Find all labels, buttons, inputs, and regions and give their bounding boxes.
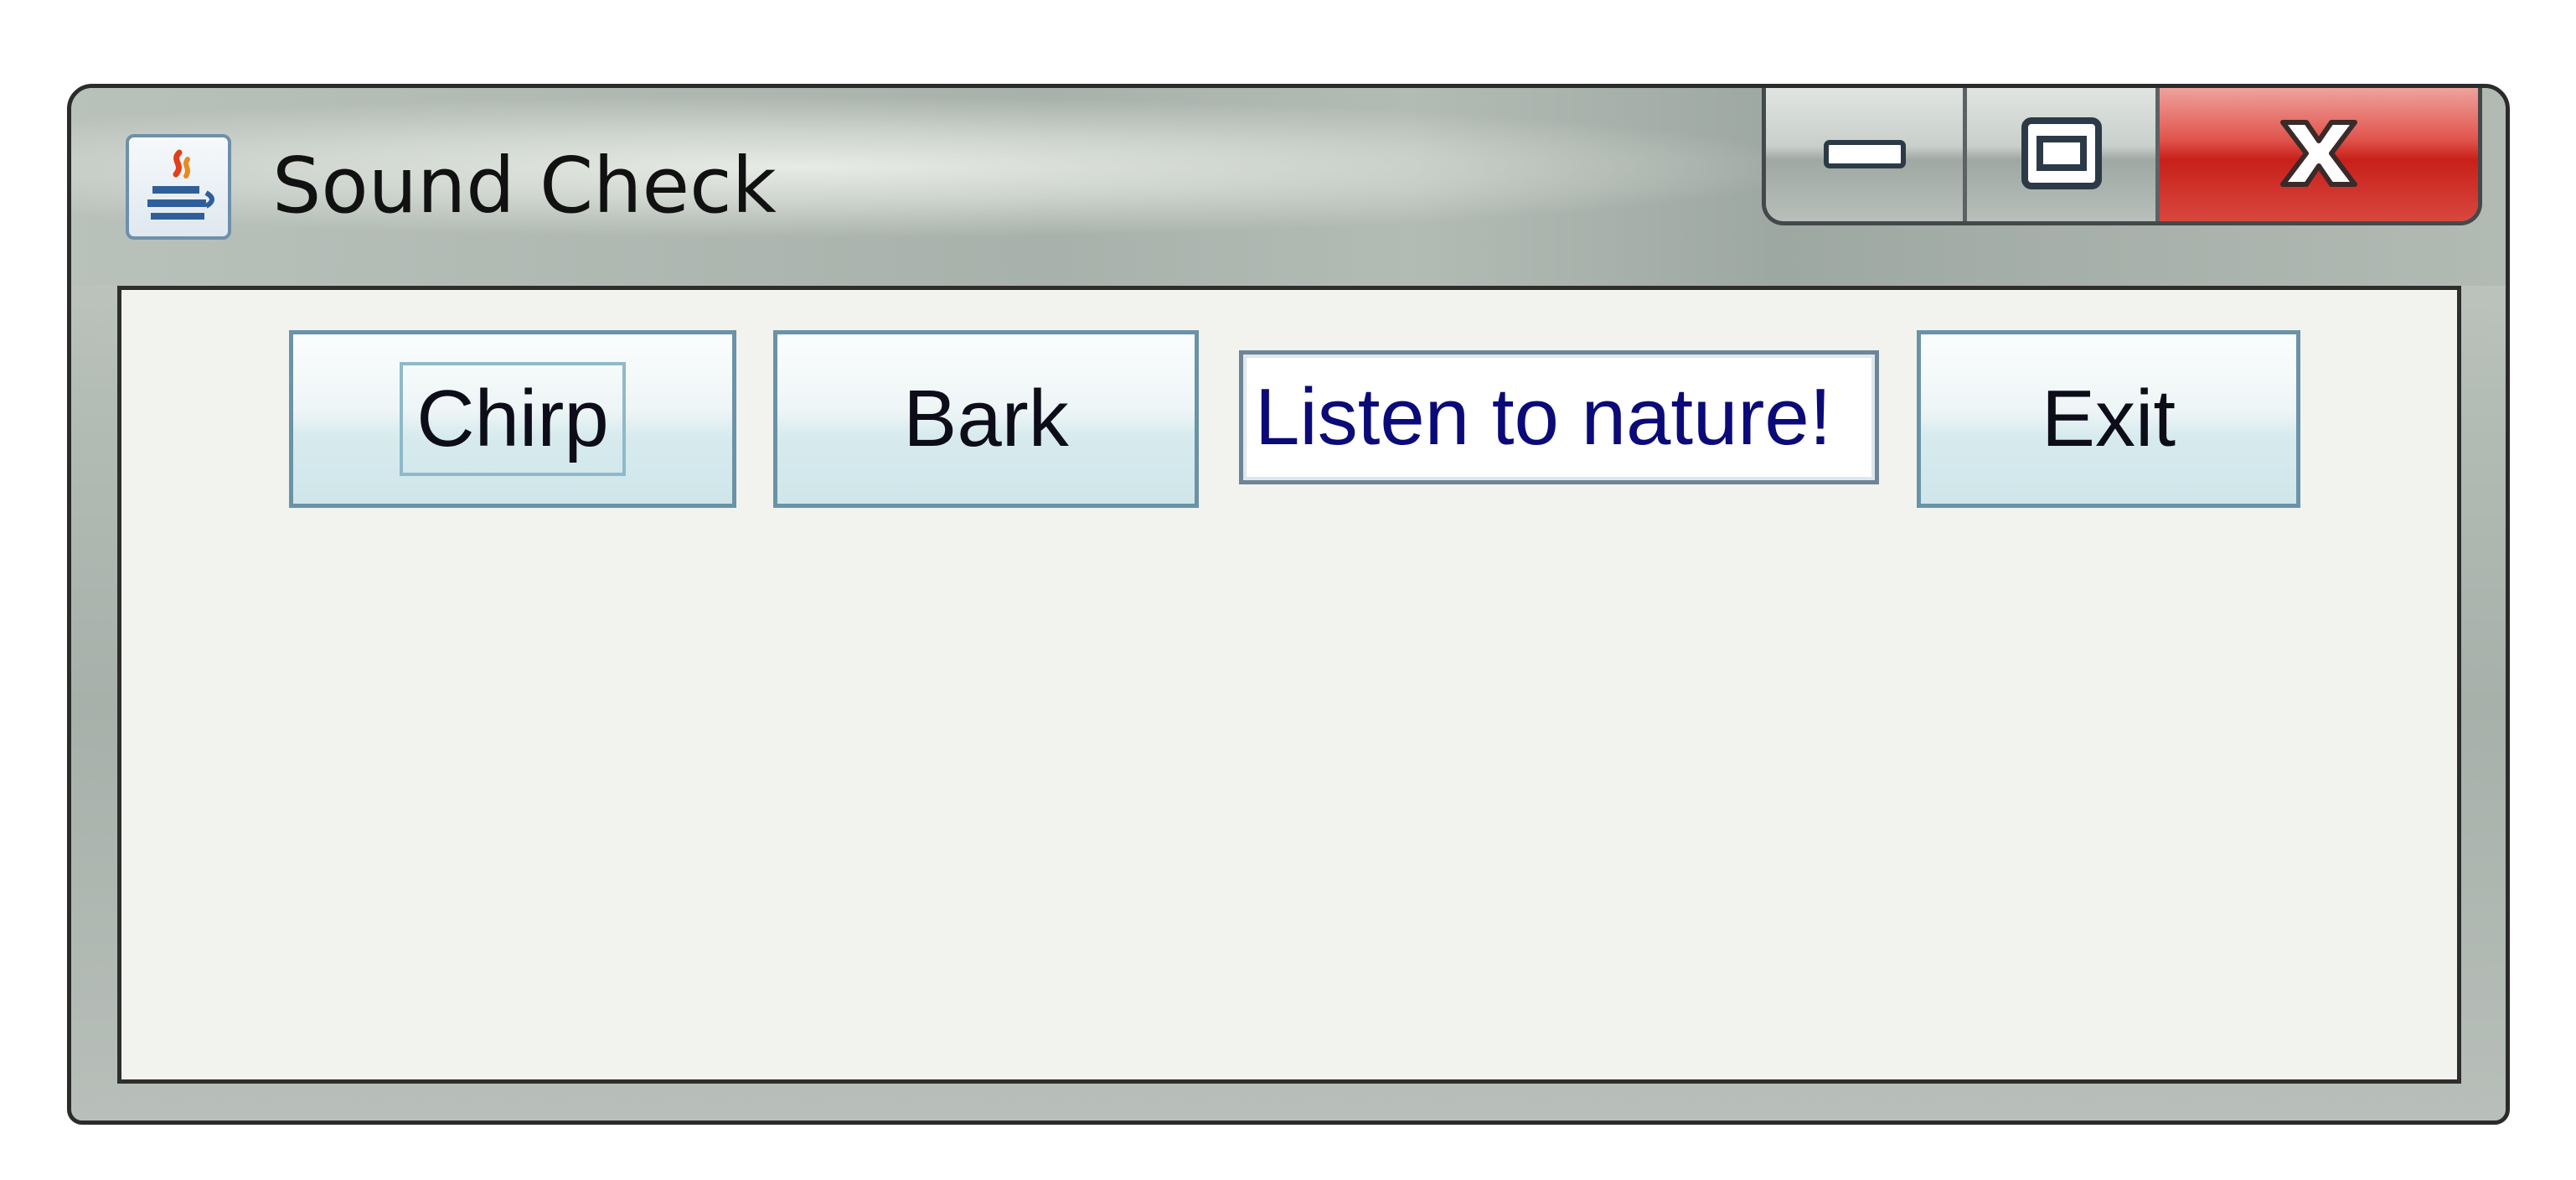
java-cup-icon[interactable]: [126, 134, 231, 240]
maximize-icon: [2021, 116, 2102, 189]
minimize-button[interactable]: [1766, 88, 1967, 221]
close-button[interactable]: [2160, 88, 2478, 221]
minimize-icon: [1823, 139, 1906, 168]
maximize-button[interactable]: [1967, 88, 2160, 221]
sound-check-window: Sound Check Chirp Bark Listen to nature!…: [67, 84, 2510, 1125]
content-pane: Chirp Bark Listen to nature! Exit: [117, 286, 2461, 1084]
chirp-button[interactable]: Chirp: [289, 330, 736, 508]
bark-button-label: Bark: [903, 374, 1069, 463]
bark-button[interactable]: Bark: [773, 330, 1199, 508]
window-title: Sound Check: [272, 141, 777, 230]
caption-buttons: [1762, 88, 2482, 225]
exit-button-label: Exit: [2041, 374, 2176, 463]
message-field[interactable]: Listen to nature!: [1239, 350, 1879, 484]
title-bar[interactable]: Sound Check: [71, 88, 2506, 286]
chirp-button-label: Chirp: [400, 362, 626, 476]
close-icon: [2280, 119, 2357, 187]
exit-button[interactable]: Exit: [1917, 330, 2300, 508]
